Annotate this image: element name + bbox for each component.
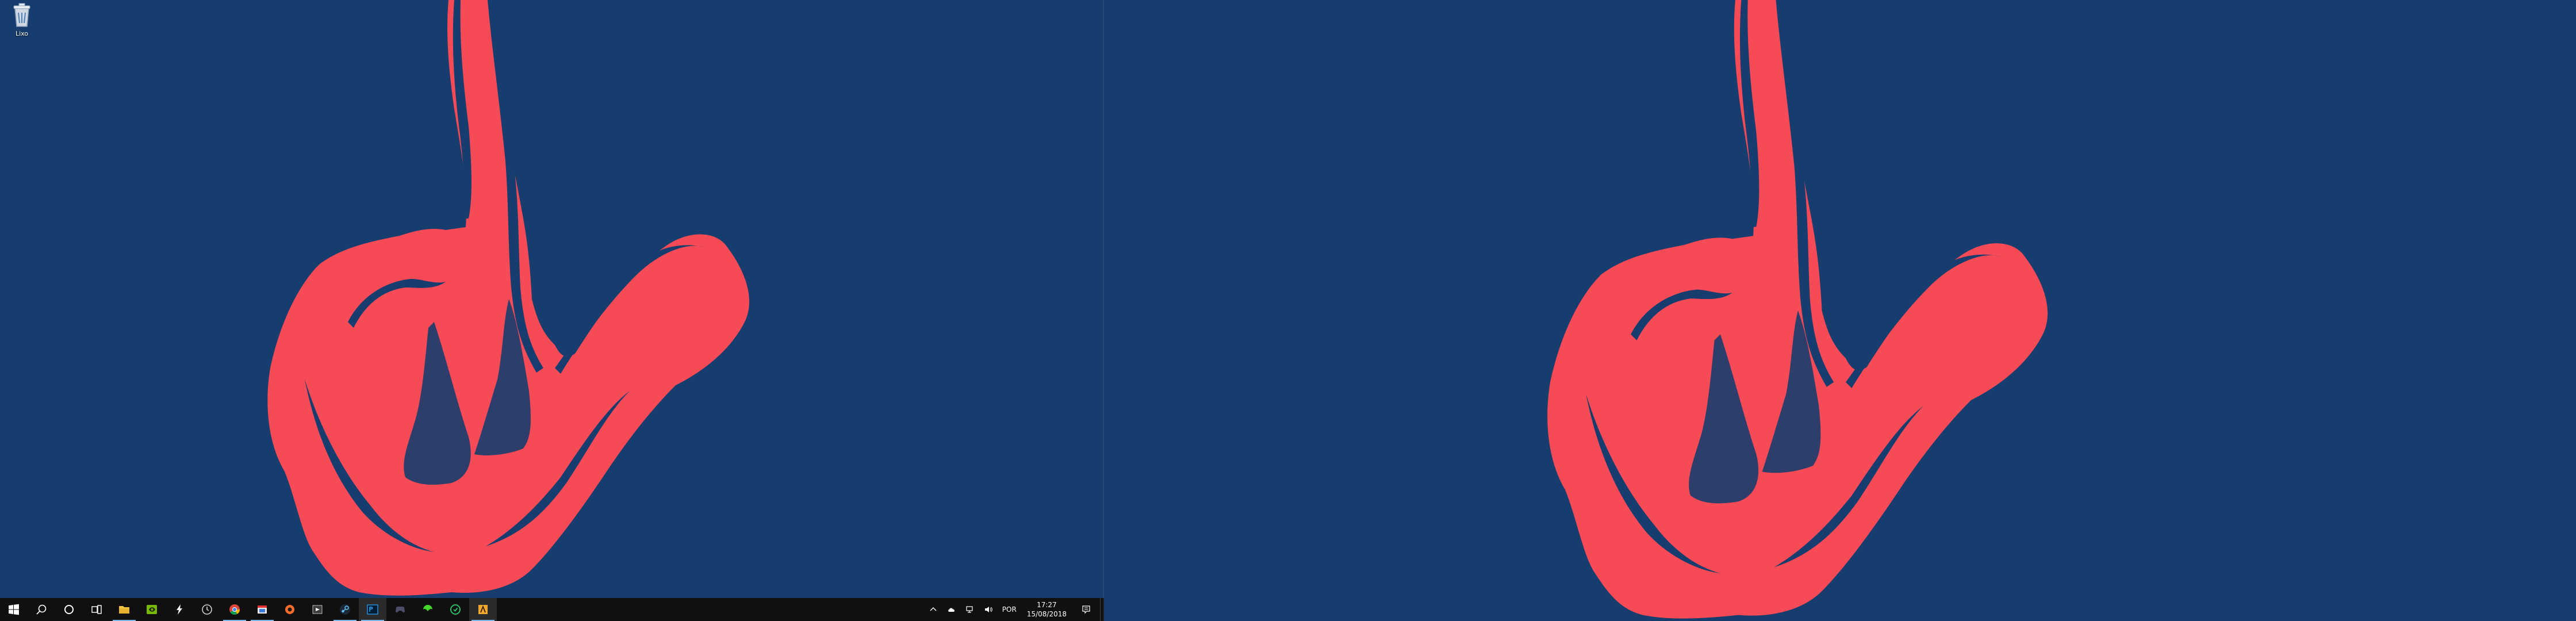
taskbar: POR 17:27 15/08/2018 xyxy=(0,598,1104,621)
desktop-icon-label: Lixo xyxy=(15,30,29,37)
chrome-icon xyxy=(229,604,240,615)
taskbar-app-green[interactable] xyxy=(442,598,469,621)
search-icon xyxy=(36,604,47,615)
hand-pointing-illustration xyxy=(1547,0,2048,619)
taskbar-app-photoshop[interactable] xyxy=(359,598,386,621)
taskbar-app-media[interactable] xyxy=(304,598,331,621)
cortana-circle-icon xyxy=(64,605,74,614)
orange-circle-icon xyxy=(285,605,294,614)
taskbar-app-clock[interactable] xyxy=(193,598,221,621)
tray-language-indicator[interactable]: POR xyxy=(998,605,1021,614)
tray-onedrive[interactable] xyxy=(942,598,961,621)
network-icon xyxy=(966,606,973,613)
lightning-icon xyxy=(177,604,182,615)
notification-icon xyxy=(1082,605,1090,614)
desktop-icon-recycle-bin[interactable]: Lixo xyxy=(5,1,39,43)
photoshop-icon xyxy=(367,604,378,615)
taskbar-app-nvidia[interactable] xyxy=(138,598,166,621)
task-view-icon xyxy=(91,605,102,614)
taskbar-app-controller[interactable] xyxy=(386,598,414,621)
task-view-button[interactable] xyxy=(83,598,110,621)
folder-icon xyxy=(119,606,129,614)
volume-icon xyxy=(984,607,992,612)
nvidia-icon xyxy=(147,605,157,614)
tray-network[interactable] xyxy=(961,598,979,621)
cortana-button[interactable] xyxy=(55,598,83,621)
taskbar-app-chrome[interactable] xyxy=(221,598,248,621)
tray-overflow-button[interactable] xyxy=(924,598,942,621)
recycle-bin-icon xyxy=(10,1,33,29)
tray-clock[interactable]: 17:27 15/08/2018 xyxy=(1021,600,1072,619)
desktop[interactable]: Lixo POR 17:27 15/08/2018 xyxy=(0,0,2576,621)
taskbar-app-steam[interactable] xyxy=(331,598,359,621)
window-red-icon xyxy=(258,605,267,614)
game-icon xyxy=(478,605,488,614)
cloud-icon xyxy=(948,608,954,612)
monitor-left: Lixo POR 17:27 15/08/2018 xyxy=(0,0,1104,621)
gamepad-icon xyxy=(396,607,405,613)
clock-circle-icon xyxy=(202,604,212,615)
taskbar-app-file-explorer[interactable] xyxy=(110,598,138,621)
tray-date: 15/08/2018 xyxy=(1026,610,1067,618)
system-tray: POR 17:27 15/08/2018 xyxy=(924,598,1104,621)
taskbar-app-game[interactable] xyxy=(469,598,497,621)
green-circle-icon xyxy=(450,604,461,615)
tray-time: 17:27 xyxy=(1037,601,1057,609)
taskbar-app-flash[interactable] xyxy=(166,598,193,621)
tray-volume[interactable] xyxy=(979,598,998,621)
taskbar-app-window[interactable] xyxy=(248,598,276,621)
taskbar-app-origin[interactable] xyxy=(276,598,304,621)
steam-icon xyxy=(340,604,350,615)
windows-logo-icon xyxy=(9,604,19,615)
action-center-button[interactable] xyxy=(1072,598,1100,621)
taskbar-app-razer[interactable] xyxy=(414,598,442,621)
chevron-up-icon xyxy=(930,607,937,611)
hand-pointing-illustration xyxy=(267,0,750,596)
start-button[interactable] xyxy=(0,598,28,621)
razer-icon xyxy=(423,605,432,611)
search-button[interactable] xyxy=(28,598,55,621)
monitor-right xyxy=(1104,0,2576,621)
media-icon xyxy=(312,605,323,614)
